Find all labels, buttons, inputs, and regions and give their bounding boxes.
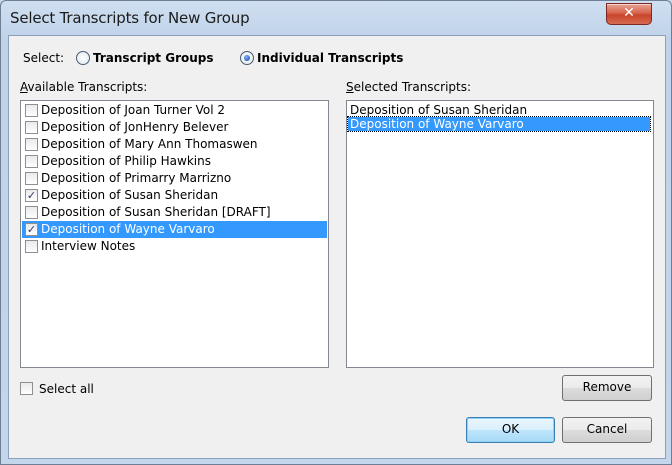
list-item[interactable]: Interview Notes (22, 238, 327, 255)
selected-transcripts-label: Selected Transcripts: (346, 80, 472, 94)
remove-button[interactable]: Remove (562, 375, 652, 401)
list-item[interactable]: Deposition of JonHenry Belever (22, 119, 327, 136)
list-item-selected[interactable]: ✓ Deposition of Wayne Varvaro (22, 221, 327, 238)
list-item[interactable]: ✓ Deposition of Susan Sheridan (22, 187, 327, 204)
checkbox-checked[interactable]: ✓ (25, 223, 38, 236)
close-icon: ✕ (623, 5, 635, 21)
radio-icon (76, 51, 90, 65)
available-transcripts-list[interactable]: Deposition of Joan Turner Vol 2 Depositi… (20, 100, 329, 368)
checkbox[interactable] (25, 240, 38, 253)
checkbox[interactable] (25, 138, 38, 151)
checkbox[interactable] (25, 172, 38, 185)
list-item-selected[interactable]: Deposition of Wayne Varvaro (347, 116, 651, 132)
available-transcripts-label: Available Transcripts: (20, 80, 148, 94)
select-label: Select: (23, 51, 65, 65)
checkbox[interactable] (25, 206, 38, 219)
checkbox[interactable] (25, 104, 38, 117)
checkbox-checked[interactable]: ✓ (25, 189, 38, 202)
list-item[interactable]: Deposition of Joan Turner Vol 2 (22, 102, 327, 119)
cancel-button[interactable]: Cancel (562, 417, 652, 443)
window-title: Select Transcripts for New Group (10, 9, 250, 27)
checkbox[interactable] (25, 121, 38, 134)
ok-button[interactable]: OK (466, 417, 555, 443)
radio-individual-transcripts[interactable]: Individual Transcripts (240, 50, 404, 66)
select-all-checkbox[interactable]: Select all (20, 381, 120, 397)
select-all-label: Select all (39, 382, 94, 396)
list-item[interactable]: Deposition of Susan Sheridan [DRAFT] (22, 204, 327, 221)
dialog-body: Select: Transcript Groups Individual Tra… (8, 35, 666, 459)
list-item[interactable]: Deposition of Mary Ann Thomaswen (22, 136, 327, 153)
title-bar[interactable]: Select Transcripts for New Group ✕ (1, 1, 671, 35)
list-item[interactable]: Deposition of Primarry Marrizno (22, 170, 327, 187)
checkbox[interactable] (20, 382, 33, 395)
radio-selected-icon (240, 51, 254, 65)
close-button[interactable]: ✕ (606, 3, 652, 25)
radio-label: Individual Transcripts (257, 51, 404, 65)
radio-label: Transcript Groups (93, 51, 214, 65)
list-item[interactable]: Deposition of Susan Sheridan (348, 103, 650, 117)
radio-transcript-groups[interactable]: Transcript Groups (76, 50, 214, 66)
selected-transcripts-list[interactable]: Deposition of Susan Sheridan Deposition … (346, 100, 654, 368)
dialog-window: Select Transcripts for New Group ✕ Selec… (0, 0, 672, 465)
list-item[interactable]: Deposition of Philip Hawkins (22, 153, 327, 170)
checkbox[interactable] (25, 155, 38, 168)
